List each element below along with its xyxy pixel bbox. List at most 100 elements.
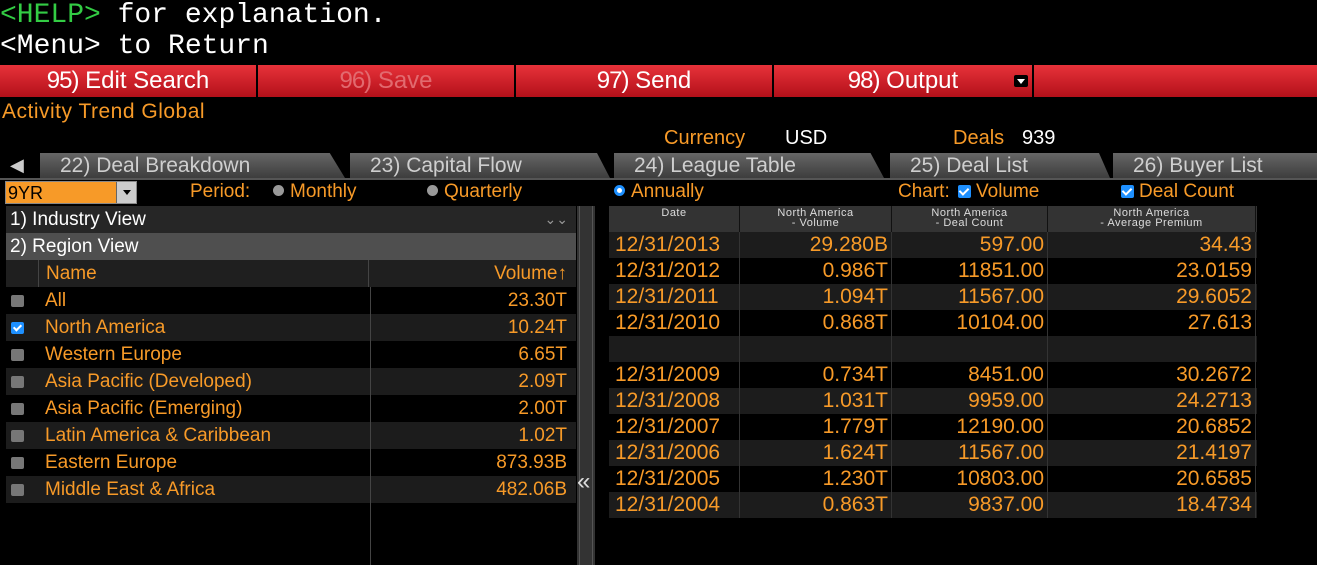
period-monthly-radio[interactable]: Monthly xyxy=(273,181,357,203)
output-button[interactable]: 98) Output xyxy=(774,65,1034,97)
region-name: Latin America & Caribbean xyxy=(45,425,272,446)
checkbox-unchecked-icon[interactable] xyxy=(11,349,24,361)
trend-table-header: Date North America - Volume North America … xyxy=(609,206,1257,232)
table-row[interactable]: Asia Pacific (Emerging) 2.00T xyxy=(6,395,576,422)
column-header-volume[interactable]: Volume↑ xyxy=(368,260,570,287)
fn-num: 98) xyxy=(847,67,881,94)
region-table-header: Name Volume↑ xyxy=(6,260,576,287)
tab-num: 24) xyxy=(634,154,665,177)
checkbox-unchecked-icon[interactable] xyxy=(11,430,24,442)
table-cell: 0.868T xyxy=(740,310,892,336)
table-cell: 11851.00 xyxy=(892,258,1048,284)
send-button[interactable]: 97) Send xyxy=(516,65,774,97)
table-row[interactable]: North America 10.24T xyxy=(6,314,576,341)
region-volume: 2.00T xyxy=(518,398,567,419)
table-row[interactable]: Latin America & Caribbean 1.02T xyxy=(6,422,576,449)
table-row[interactable]: Asia Pacific (Developed) 2.09T xyxy=(6,368,576,395)
double-chevron-down-icon[interactable]: ⌄⌄ xyxy=(545,206,568,233)
tab-num: 23) xyxy=(370,154,401,177)
checkbox-unchecked-icon[interactable] xyxy=(11,457,24,469)
table-cell: 12/31/2006 xyxy=(609,440,740,466)
radio-on-icon xyxy=(614,185,625,196)
table-cell: 0.986T xyxy=(740,258,892,284)
checkbox-unchecked-icon[interactable] xyxy=(11,403,24,415)
period-label: Period: xyxy=(190,181,251,202)
region-volume: 2.09T xyxy=(518,371,567,392)
region-name: Western Europe xyxy=(45,344,182,365)
range-select[interactable]: 9YR xyxy=(5,181,137,204)
table-row[interactable]: Western Europe 6.65T xyxy=(6,341,576,368)
row-check-cell xyxy=(6,476,38,503)
tab-deal-list[interactable]: 25) Deal List xyxy=(890,153,1110,178)
chevron-down-icon[interactable] xyxy=(116,182,136,203)
table-cell: 0.863T xyxy=(740,492,892,518)
controls-row: 9YR Period: Monthly Quarterly Annually C… xyxy=(0,180,1317,206)
table-cell: 10104.00 xyxy=(892,310,1048,336)
checkbox-unchecked-icon[interactable] xyxy=(11,484,24,496)
region-volume: 873.93B xyxy=(496,452,567,473)
tab-buyer-list[interactable]: 26) Buyer List xyxy=(1113,153,1317,178)
table-row[interactable]: All 23.30T xyxy=(6,287,576,314)
checkbox-unchecked-icon[interactable] xyxy=(11,376,24,388)
column-header[interactable]: North America - Deal Count xyxy=(892,206,1048,232)
table-cell: 27.613 xyxy=(1048,310,1256,336)
tab-scroll-left-icon[interactable]: ◀ xyxy=(10,155,24,176)
table-row: 12/31/2009 0.734T 8451.00 30.2672 xyxy=(609,362,1257,388)
edit-search-button[interactable]: 95) Edit Search xyxy=(0,65,258,97)
table-cell: 12/31/2012 xyxy=(609,258,740,284)
table-cell: 20.6852 xyxy=(1048,414,1256,440)
panel-splitter[interactable]: « xyxy=(577,206,595,565)
table-row: 12/31/2004 0.863T 9837.00 18.4734 xyxy=(609,492,1257,518)
region-view-header[interactable]: 2) Region View xyxy=(6,233,576,260)
tab-league-table[interactable]: 24) League Table xyxy=(614,153,884,178)
collapse-left-icon[interactable]: « xyxy=(577,468,590,496)
fn-num: 96) xyxy=(339,67,372,94)
region-volume: 482.06B xyxy=(496,479,567,500)
tab-label: Deal Breakdown xyxy=(90,154,251,177)
checkbox-checked-icon xyxy=(958,185,971,198)
tab-bar: ◀ 22) Deal Breakdown 23) Capital Flow 24… xyxy=(0,153,1317,178)
table-cell: 1.094T xyxy=(740,284,892,310)
table-cell xyxy=(1048,336,1256,362)
chevron-down-icon[interactable] xyxy=(1014,75,1028,87)
table-cell: 12/31/2008 xyxy=(609,388,740,414)
table-cell: 12/31/2010 xyxy=(609,310,740,336)
chart-volume-checkbox[interactable]: Volume xyxy=(958,181,1039,203)
region-name: Asia Pacific (Emerging) xyxy=(45,398,243,419)
section-label: 1) Industry View xyxy=(10,209,146,230)
table-cell: 29.6052 xyxy=(1048,284,1256,310)
table-cell: 12190.00 xyxy=(892,414,1048,440)
tab-label: Buyer List xyxy=(1163,154,1263,177)
region-volume: 10.24T xyxy=(507,317,567,338)
tab-capital-flow[interactable]: 23) Capital Flow xyxy=(350,153,610,178)
checkbox-label: Volume xyxy=(976,181,1040,202)
table-cell: 12/31/2004 xyxy=(609,492,740,518)
table-cell: 29.280B xyxy=(740,232,892,258)
tab-label: Capital Flow xyxy=(400,154,522,177)
column-header[interactable]: Date xyxy=(609,206,740,232)
period-quarterly-radio[interactable]: Quarterly xyxy=(427,181,522,203)
column-header[interactable]: North America - Volume xyxy=(740,206,892,232)
header-check-col xyxy=(6,260,38,287)
save-button[interactable]: 96) Save xyxy=(258,65,516,97)
table-row[interactable]: Middle East & Africa 482.06B xyxy=(6,476,576,503)
industry-view-header[interactable]: 1) Industry View ⌄⌄ xyxy=(6,206,576,233)
radio-label: Quarterly xyxy=(444,181,523,202)
column-header[interactable]: North America - Average Premium xyxy=(1048,206,1256,232)
checkbox-unchecked-icon[interactable] xyxy=(11,295,24,307)
table-row: 12/31/2013 29.280B 597.00 34.43 xyxy=(609,232,1257,258)
checkbox-checked-icon[interactable] xyxy=(11,322,24,334)
table-row: 12/31/2008 1.031T 9959.00 24.2713 xyxy=(609,388,1257,414)
currency-label: Currency xyxy=(664,127,746,149)
table-row[interactable]: Eastern Europe 873.93B xyxy=(6,449,576,476)
help-hint: <HELP> for explanation. xyxy=(0,0,386,32)
column-header-name[interactable]: Name xyxy=(38,260,368,287)
fn-bar-filler xyxy=(1034,65,1317,97)
table-cell: 9959.00 xyxy=(892,388,1048,414)
tab-num: 26) xyxy=(1133,154,1164,177)
table-cell: 1.031T xyxy=(740,388,892,414)
period-annually-radio[interactable]: Annually xyxy=(614,181,704,203)
chart-deal-count-checkbox[interactable]: Deal Count xyxy=(1121,181,1234,203)
tab-deal-breakdown[interactable]: 22) Deal Breakdown xyxy=(40,153,345,178)
table-cell: 11567.00 xyxy=(892,284,1048,310)
